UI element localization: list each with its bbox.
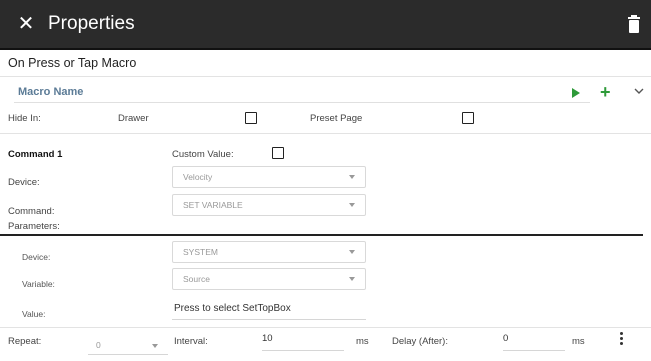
dropdown-arrow-icon: [152, 344, 158, 348]
hide-in-label: Hide In:: [8, 113, 41, 124]
interval-unit: ms: [356, 336, 369, 347]
repeat-label: Repeat:: [8, 336, 42, 347]
plus-icon: +: [600, 82, 611, 102]
preset-page-label: Preset Page: [310, 113, 363, 124]
param-variable-select-value: Source: [183, 274, 210, 284]
param-device-select-value: SYSTEM: [183, 247, 218, 257]
more-vertical-icon[interactable]: [618, 332, 624, 348]
close-icon: ✕: [17, 13, 35, 35]
properties-header: ✕ Properties: [0, 0, 651, 50]
close-button[interactable]: ✕: [14, 11, 38, 37]
command-select-value: SET VARIABLE: [183, 200, 243, 210]
section-title: On Press or Tap Macro: [8, 56, 137, 70]
device-select[interactable]: Velocity: [172, 166, 366, 188]
parameters-divider: [0, 234, 643, 236]
interval-input[interactable]: 10: [262, 333, 344, 351]
dropdown-arrow-icon: [349, 175, 355, 179]
delay-label: Delay (After):: [392, 336, 448, 347]
device-label: Device:: [8, 177, 40, 188]
interval-label: Interval:: [174, 336, 208, 347]
param-value-label: Value:: [22, 309, 46, 319]
drawer-label: Drawer: [118, 113, 149, 124]
custom-value-checkbox[interactable]: [272, 147, 284, 159]
timing-divider: [0, 327, 651, 328]
preset-page-checkbox[interactable]: [462, 112, 474, 124]
repeat-select[interactable]: 0: [88, 333, 168, 355]
dropdown-arrow-icon: [349, 250, 355, 254]
device-select-value: Velocity: [183, 172, 213, 182]
repeat-select-value: 0: [96, 340, 101, 350]
section-divider: [0, 76, 651, 77]
macro-name-underline: [14, 102, 590, 103]
page-title: Properties: [48, 13, 135, 34]
command-label: Command:: [8, 206, 55, 217]
param-device-select[interactable]: SYSTEM: [172, 241, 366, 263]
hide-in-divider: [0, 133, 651, 134]
add-command-button[interactable]: +: [600, 82, 611, 102]
delay-unit: ms: [572, 336, 585, 347]
dropdown-arrow-icon: [349, 203, 355, 207]
drawer-checkbox[interactable]: [245, 112, 257, 124]
command-select[interactable]: SET VARIABLE: [172, 194, 366, 216]
command-title: Command 1: [8, 149, 63, 160]
trash-icon[interactable]: [627, 14, 641, 34]
dropdown-arrow-icon: [349, 277, 355, 281]
macro-name-label[interactable]: Macro Name: [18, 86, 83, 98]
param-variable-select[interactable]: Source: [172, 268, 366, 290]
param-variable-label: Variable:: [22, 279, 55, 289]
play-icon[interactable]: [571, 87, 581, 99]
chevron-down-icon[interactable]: [633, 86, 645, 96]
custom-value-label: Custom Value:: [172, 149, 234, 160]
param-value-field[interactable]: Press to select SetTopBox: [172, 300, 366, 320]
delay-input[interactable]: 0: [503, 333, 565, 351]
param-device-label: Device:: [22, 252, 51, 262]
parameters-label: Parameters:: [8, 221, 60, 232]
